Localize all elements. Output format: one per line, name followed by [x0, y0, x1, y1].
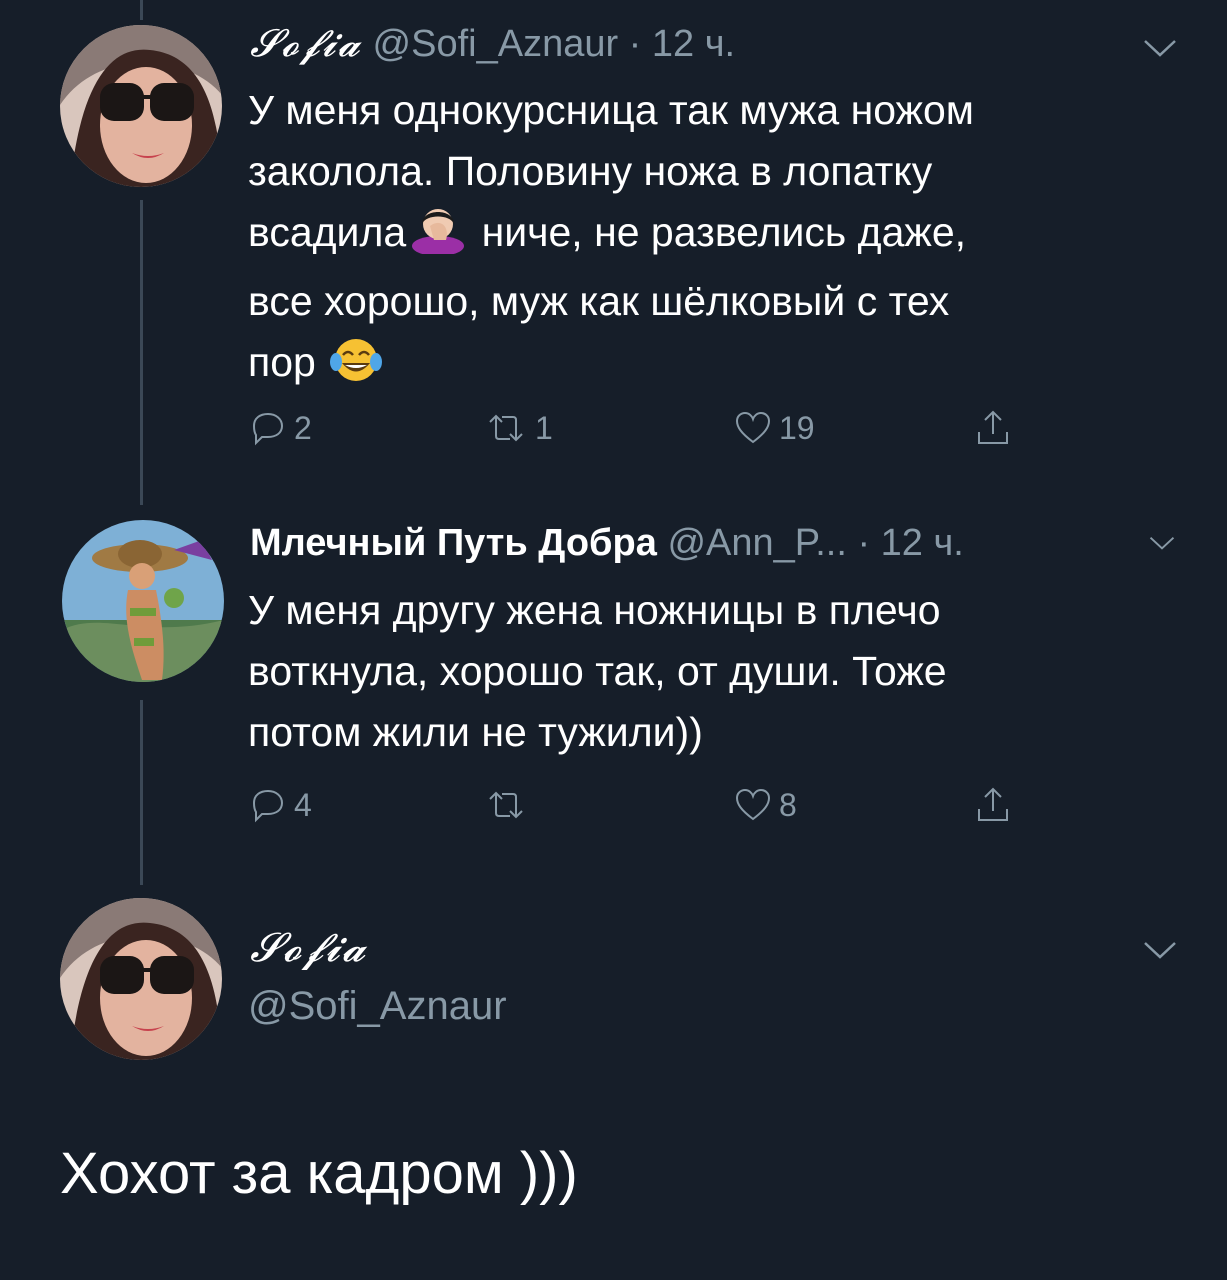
tweet1-chevron-down-icon[interactable] [1143, 38, 1177, 58]
retweet-icon [489, 791, 523, 819]
avatar-milky-way[interactable] [62, 520, 224, 682]
thread-line-2 [140, 700, 143, 885]
tweet2-line-2: воткнула, хорошо так, от души. Тоже [248, 648, 947, 694]
tweet1-separator: · [618, 23, 652, 65]
tweet1-header: 𝓢𝓸𝓯𝓲𝓪 @Sofi_Aznaur · 12 ч. [250, 20, 735, 67]
tweet1-line-5: пор [248, 332, 1148, 401]
tweet2-header: Млечный Путь Добра @Ann_P... · 12 ч. [250, 520, 964, 566]
tweet2-line-1: У меня другу жена ножницы в плечо [248, 587, 941, 633]
tweet1-line-1: У меня однокурсница так мужа ножом [248, 87, 974, 133]
tweet1-retweet-count: 1 [535, 409, 553, 446]
tweet2-chevron-down-icon[interactable] [1149, 535, 1175, 551]
tweet1-reply-count: 2 [294, 409, 312, 446]
tweet2-handle[interactable]: @Ann_P... [667, 522, 846, 564]
tweet2-like-button[interactable]: 8 [733, 785, 797, 825]
tweet2-separator: · [846, 522, 881, 564]
tweet2-line-3: потом жили не тужили)) [248, 709, 703, 755]
tweet1-share-button[interactable] [973, 408, 1019, 448]
reply-icon [252, 789, 284, 823]
tweet1-line-3: всадила ниче, не развелись даже, [248, 202, 1148, 271]
tweet1-line-4: все хорошо, муж как шёлковый с тех [248, 278, 950, 324]
tweet2-text: У меня другу жена ножницы в плечо воткну… [248, 580, 1148, 763]
avatar-sofi[interactable] [60, 25, 222, 187]
tweet1-text: У меня однокурсница так мужа ножом закол… [248, 80, 1148, 401]
thread-line-top [140, 0, 143, 20]
heart-icon [735, 411, 771, 444]
tweet2-time[interactable]: 12 ч. [881, 522, 964, 564]
share-icon [978, 410, 1008, 444]
main-tweet-name-block: 𝓢𝓸𝓯𝓲𝓪 [250, 925, 367, 971]
main-tweet-text: Хохот за кадром ))) [60, 1141, 578, 1206]
tweet2-share-button[interactable] [973, 785, 1019, 825]
tweet1-line-3a: всадила [248, 209, 407, 255]
tweet1-handle[interactable]: @Sofi_Aznaur [373, 23, 619, 65]
heart-icon [735, 788, 771, 821]
tweet1-time[interactable]: 12 ч. [652, 23, 735, 65]
tweet1-reply-button[interactable]: 2 [248, 408, 312, 448]
tweet2-reply-button[interactable]: 4 [248, 785, 312, 825]
avatar-sofi-image [60, 25, 222, 187]
tweet1-display-name[interactable]: 𝓢𝓸𝓯𝓲𝓪 [250, 21, 362, 65]
tweet1-line-2: заколола. Половину ножа в лопатку [248, 148, 933, 194]
tweet2-reply-count: 4 [294, 786, 312, 823]
tweet1-retweet-button[interactable]: 1 [483, 408, 553, 448]
main-tweet-chevron-down-icon[interactable] [1143, 940, 1177, 960]
tweet2-retweet-button[interactable] [483, 785, 535, 825]
tweet1-like-button[interactable]: 19 [733, 408, 815, 448]
tweet2-display-name[interactable]: Млечный Путь Добра [250, 522, 657, 564]
retweet-icon [489, 414, 523, 442]
main-tweet-handle[interactable]: @Sofi_Aznaur [248, 984, 507, 1029]
tweet2-like-count: 8 [779, 786, 797, 823]
reply-icon [252, 412, 284, 446]
tweet1-line-5a: пор [248, 339, 316, 385]
main-tweet-display-name[interactable]: 𝓢𝓸𝓯𝓲𝓪 [250, 925, 367, 971]
tears-of-joy-emoji-icon [329, 336, 382, 401]
facepalm-emoji-icon [410, 204, 466, 271]
tweet1-like-count: 19 [779, 409, 815, 446]
share-icon [978, 787, 1008, 821]
avatar-sofi-main-image [60, 898, 222, 1060]
avatar-sofi-main[interactable] [60, 898, 222, 1060]
avatar-milky-way-image [62, 520, 224, 682]
thread-line-1 [140, 200, 143, 505]
tweet1-line-3b: ниче, не развелись даже, [470, 209, 967, 255]
